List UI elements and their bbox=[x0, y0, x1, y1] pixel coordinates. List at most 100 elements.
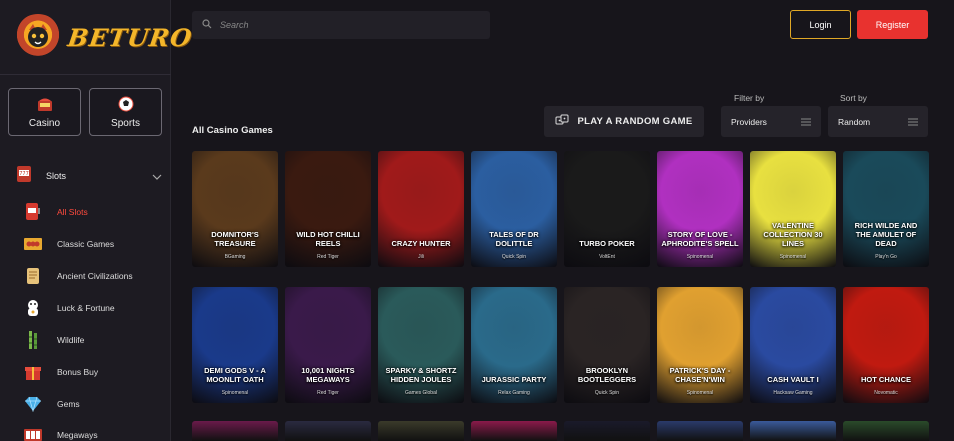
sidebar-item-wildlife[interactable]: Wildlife bbox=[22, 328, 84, 352]
sidebar-item-ancient-civilizations[interactable]: Ancient Civilizations bbox=[22, 264, 133, 288]
game-provider: Hacksaw Gaming bbox=[773, 390, 813, 396]
game-tile[interactable]: DEMI GODS V - A MOONLIT OATH Spinomenal bbox=[192, 287, 278, 403]
game-artwork bbox=[378, 287, 464, 403]
game-tile[interactable] bbox=[564, 421, 650, 441]
game-title: BROOKLYN BOOTLEGGERS bbox=[577, 366, 637, 384]
app-root: BETURO Casino Sports 777 Slots All Slots… bbox=[0, 0, 954, 441]
game-provider: VoltEnt bbox=[599, 254, 615, 260]
divider bbox=[0, 74, 171, 75]
play-random-game-label: PLAY A RANDOM GAME bbox=[577, 116, 693, 127]
sidebar: BETURO Casino Sports 777 Slots All Slots… bbox=[0, 0, 194, 441]
sidebar-item-label: All Slots bbox=[57, 207, 88, 217]
login-button[interactable]: Login bbox=[790, 10, 851, 39]
chevron-down-icon[interactable] bbox=[152, 167, 162, 185]
game-tile[interactable] bbox=[471, 421, 557, 441]
game-tile[interactable]: TALES OF DR DOLITTLE Quick Spin bbox=[471, 151, 557, 267]
menu-lines-icon bbox=[908, 113, 918, 131]
sidebar-item-bonus-buy[interactable]: Bonus Buy bbox=[22, 360, 98, 384]
game-artwork bbox=[564, 287, 650, 403]
game-tile[interactable] bbox=[843, 421, 929, 441]
game-title: DEMI GODS V - A MOONLIT OATH bbox=[204, 366, 266, 384]
game-artwork bbox=[192, 151, 278, 267]
sidebar-item-label: Bonus Buy bbox=[57, 367, 99, 377]
game-tile[interactable]: WILD HOT CHILLI REELS Red Tiger bbox=[285, 151, 371, 267]
game-tile[interactable] bbox=[657, 421, 743, 441]
game-artwork bbox=[285, 287, 371, 403]
game-title: SPARKY & SHORTZ HIDDEN JOULES bbox=[385, 366, 457, 384]
game-artwork bbox=[750, 151, 836, 267]
game-provider: Jili bbox=[418, 254, 424, 260]
game-provider: Quick Spin bbox=[594, 390, 620, 396]
sidebar-item-luck-fortune[interactable]: Luck & Fortune bbox=[22, 296, 115, 320]
sidebar-item-label: Gems bbox=[57, 399, 80, 409]
sidebar-item-classic-games[interactable]: Classic Games bbox=[22, 232, 114, 256]
sidebar-item-megaways[interactable]: Megaways bbox=[22, 423, 98, 441]
game-provider: Red Tiger bbox=[317, 390, 339, 396]
game-provider: Spinomenal bbox=[779, 254, 807, 260]
game-artwork bbox=[471, 287, 557, 403]
brand-logo[interactable]: BETURO bbox=[14, 14, 195, 60]
game-tile[interactable]: STORY OF LOVE - APHRODITE'S SPELL Spinome… bbox=[657, 151, 743, 267]
game-tile[interactable]: PATRICK'S DAY - CHASE'N'WIN Spinomenal bbox=[657, 287, 743, 403]
game-tile[interactable] bbox=[192, 421, 278, 441]
game-tile[interactable]: DOMNITOR'S TREASURE BGaming bbox=[192, 151, 278, 267]
game-tile[interactable]: CRAZY HUNTER Jili bbox=[378, 151, 464, 267]
game-tile[interactable] bbox=[750, 421, 836, 441]
scroll-icon bbox=[22, 265, 44, 287]
game-provider: Spinomenal bbox=[686, 254, 714, 260]
game-provider: Novomatic bbox=[874, 390, 898, 396]
game-tile[interactable]: RICH WILDE AND THE AMULET OF DEAD Play'n … bbox=[843, 151, 929, 267]
game-artwork bbox=[378, 151, 464, 267]
sidebar-item-all-slots[interactable]: All Slots bbox=[22, 200, 88, 224]
game-provider: Quick Spin bbox=[501, 254, 527, 260]
casino-button[interactable]: Casino bbox=[8, 88, 81, 136]
register-button[interactable]: Register bbox=[857, 10, 928, 39]
soccer-ball-icon bbox=[118, 96, 134, 117]
bamboo-icon bbox=[22, 329, 44, 351]
game-tile[interactable]: 10,001 NIGHTS MEGAWAYS Red Tiger bbox=[285, 287, 371, 403]
slot-machine-icon bbox=[22, 201, 44, 223]
game-tile[interactable]: VALENTINE COLLECTION 30 LINES Spinomenal bbox=[750, 151, 836, 267]
game-tile[interactable] bbox=[378, 421, 464, 441]
sidebar-section-slots[interactable]: 777 Slots bbox=[14, 165, 162, 186]
game-artwork bbox=[285, 151, 371, 267]
providers-filter-select[interactable]: Providers bbox=[721, 106, 821, 137]
svg-text:777: 777 bbox=[19, 171, 29, 177]
game-provider: Red Tiger bbox=[317, 254, 339, 260]
search-bar[interactable] bbox=[192, 11, 490, 39]
game-title: PATRICK'S DAY - CHASE'N'WIN bbox=[669, 366, 731, 384]
game-artwork bbox=[843, 287, 929, 403]
game-artwork bbox=[471, 151, 557, 267]
sidebar-item-label: Megaways bbox=[57, 430, 98, 440]
game-tile[interactable]: BROOKLYN BOOTLEGGERS Quick Spin bbox=[564, 287, 650, 403]
game-provider: Relax Gaming bbox=[498, 390, 530, 396]
game-tile[interactable]: HOT CHANCE Novomatic bbox=[843, 287, 929, 403]
game-title: STORY OF LOVE - APHRODITE'S SPELL bbox=[661, 230, 739, 248]
sidebar-item-gems[interactable]: Gems bbox=[22, 392, 80, 416]
game-tile[interactable]: CASH VAULT I Hacksaw Gaming bbox=[750, 287, 836, 403]
game-tile[interactable]: JURASSIC PARTY Relax Gaming bbox=[471, 287, 557, 403]
game-title: RICH WILDE AND THE AMULET OF DEAD bbox=[854, 221, 918, 248]
game-tile[interactable] bbox=[285, 421, 371, 441]
filter-label: Filter by bbox=[734, 93, 765, 103]
section-title: All Casino Games bbox=[192, 125, 273, 136]
cherries-icon bbox=[22, 233, 44, 255]
game-tile[interactable]: TURBO POKER VoltEnt bbox=[564, 151, 650, 267]
game-provider: Play'n Go bbox=[875, 254, 897, 260]
game-provider: Spinomenal bbox=[221, 390, 249, 396]
brand-name: BETURO bbox=[65, 22, 195, 52]
play-random-game-button[interactable]: PLAY A RANDOM GAME bbox=[544, 106, 704, 137]
game-title: TALES OF DR DOLITTLE bbox=[489, 230, 539, 248]
sports-label: Sports bbox=[111, 118, 140, 129]
menu-lines-icon bbox=[801, 113, 811, 131]
game-artwork bbox=[657, 287, 743, 403]
search-input[interactable] bbox=[220, 20, 460, 30]
game-provider: BGaming bbox=[224, 254, 246, 260]
sort-label: Sort by bbox=[840, 93, 867, 103]
sports-button[interactable]: Sports bbox=[89, 88, 162, 136]
lucky-cat-icon bbox=[22, 297, 44, 319]
sort-select[interactable]: Random bbox=[828, 106, 928, 137]
game-provider: Games Global bbox=[405, 390, 437, 396]
game-tile[interactable]: SPARKY & SHORTZ HIDDEN JOULES Games Globa… bbox=[378, 287, 464, 403]
game-title: 10,001 NIGHTS MEGAWAYS bbox=[301, 366, 355, 384]
